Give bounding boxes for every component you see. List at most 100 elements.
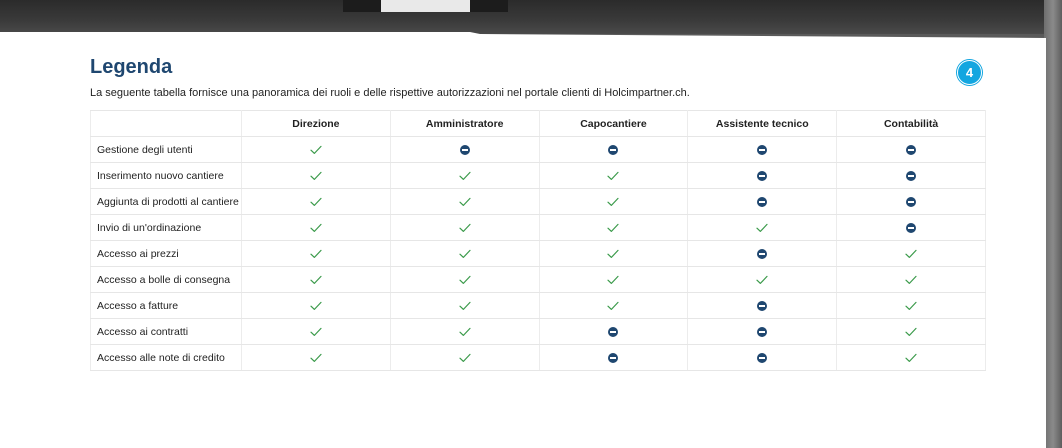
permission-cell [390,292,540,319]
table-body: Gestione degli utenti Inserimento nuovo c… [90,136,986,371]
permission-cell [539,214,689,241]
row-label: Inserimento nuovo cantiere [90,162,242,189]
permissions-table: Direzione Amministratore Capocantiere Assis… [90,110,986,371]
check-icon [756,223,768,232]
column-header: Direzione [241,110,391,137]
row-label: Accesso a fatture [90,292,242,319]
table-row: Inserimento nuovo cantiere [90,162,986,189]
permission-cell [241,344,391,371]
page-title: Legenda [90,56,173,78]
check-icon [905,249,917,258]
table-header-row: Direzione Amministratore Capocantiere Assis… [90,110,986,137]
check-icon [310,197,322,206]
permission-cell [241,188,391,215]
permission-cell [241,240,391,267]
permission-cell [390,266,540,293]
monitor-top-frame [0,0,1062,34]
permission-cell [836,318,986,345]
table-row: Accesso alle note di credito [90,344,986,371]
check-icon [310,223,322,232]
check-icon [459,353,471,362]
permission-cell [241,136,391,163]
permission-cell [836,240,986,267]
table-row: Accesso a fatture [90,292,986,319]
minus-circle-icon [906,144,917,155]
minus-circle-icon [757,326,768,337]
check-icon [459,197,471,206]
permission-cell [539,344,689,371]
check-icon [607,197,620,206]
table-row: Accesso ai prezzi [90,240,986,267]
minus-circle-icon [459,144,470,155]
legend-description: La seguente tabella fornisce una panoram… [90,87,690,99]
check-icon [459,223,471,232]
permission-cell [687,266,838,293]
permission-cell [539,188,689,215]
row-label: Gestione degli utenti [90,136,242,163]
portal-screen: Legenda La seguente tabella fornisce una… [0,32,1046,448]
table-row: Accesso a bolle di consegna [90,266,986,293]
row-label: Accesso ai prezzi [90,240,242,267]
legend-section: Legenda La seguente tabella fornisce una… [90,54,986,371]
check-icon [905,301,917,310]
permission-cell [390,162,540,189]
permission-cell [241,266,391,293]
permission-cell [390,136,540,163]
column-header: Contabilità [836,110,986,137]
permission-cell [539,240,689,267]
permission-cell [241,318,391,345]
row-label: Accesso alle note di credito [90,344,242,371]
row-label: Accesso ai contratti [90,318,242,345]
check-icon [607,223,620,232]
permission-cell [836,136,986,163]
minus-circle-icon [757,300,768,311]
permission-cell [687,318,838,345]
minus-circle-icon [608,326,619,337]
column-header: Amministratore [390,110,540,137]
permission-cell [836,266,986,293]
permission-cell [390,344,540,371]
minus-circle-icon [906,222,917,233]
check-icon [607,249,620,258]
permission-cell [687,344,838,371]
table-corner-cell [90,110,242,137]
minus-circle-icon [757,170,768,181]
row-label: Aggiunta di prodotti al cantiere [90,188,242,215]
check-icon [756,275,768,284]
frame-segment [343,0,381,12]
table-row: Invio di un'ordinazione [90,214,986,241]
check-icon [310,145,322,154]
permission-cell [241,162,391,189]
permission-cell [687,188,838,215]
minus-circle-icon [757,248,768,259]
permission-cell [539,266,689,293]
row-label: Accesso a bolle di consegna [90,266,242,293]
permission-cell [539,162,689,189]
check-icon [459,327,471,336]
check-icon [310,249,322,258]
permission-cell [390,214,540,241]
column-header: Capocantiere [539,110,689,137]
check-icon [310,353,322,362]
check-icon [905,327,917,336]
check-icon [459,249,471,258]
permission-cell [390,318,540,345]
row-label: Invio di un'ordinazione [90,214,242,241]
permission-cell [539,318,689,345]
minus-circle-icon [757,144,768,155]
check-icon [607,275,620,284]
permission-cell [687,292,838,319]
permission-cell [836,292,986,319]
permission-cell [687,162,838,189]
permission-cell [836,188,986,215]
permission-cell [241,214,391,241]
permission-cell [836,214,986,241]
permission-cell [687,240,838,267]
check-icon [905,353,917,362]
check-icon [310,327,322,336]
column-header: Assistente tecnico [687,110,838,137]
minus-circle-icon [608,144,619,155]
permission-cell [390,240,540,267]
step-number-badge: 4 [957,60,982,85]
frame-segment [470,0,508,12]
